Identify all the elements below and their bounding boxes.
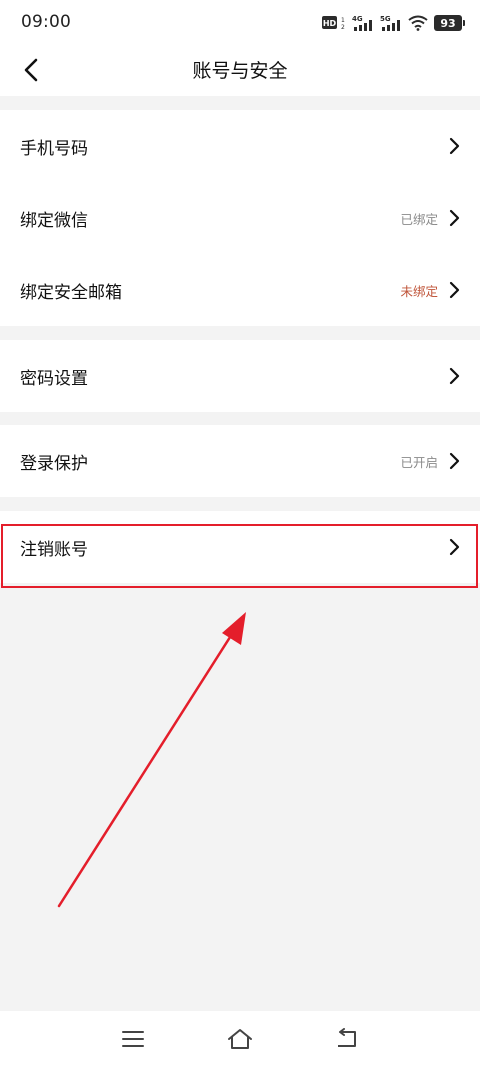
back-return-icon [338, 1028, 356, 1047]
nav-menu-button[interactable] [115, 1023, 151, 1055]
row-bind-wechat[interactable]: 绑定微信 已绑定 [0, 182, 480, 254]
svg-text:HD: HD [323, 19, 337, 28]
wifi-icon [408, 15, 428, 31]
menu-icon [122, 1031, 144, 1047]
hd-icon: HD 1 2 [322, 16, 345, 31]
row-right [448, 538, 460, 556]
row-label: 绑定安全邮箱 [20, 282, 122, 303]
page-title: 账号与安全 [192, 60, 288, 82]
row-label: 登录保护 [20, 453, 88, 474]
row-password-settings[interactable]: 密码设置 [0, 340, 480, 412]
row-right [448, 137, 460, 155]
chevron-right-icon [449, 209, 460, 227]
status-value: 已绑定 [400, 211, 438, 227]
chevron-right-icon [449, 538, 460, 556]
chevron-right-icon [449, 137, 460, 155]
status-value: 已开启 [400, 454, 438, 470]
svg-text:4G: 4G [352, 15, 363, 23]
row-label: 密码设置 [20, 368, 88, 389]
title-bar: 账号与安全 [0, 44, 480, 96]
battery-icon: 93 [434, 15, 465, 31]
nav-home-button[interactable] [222, 1023, 258, 1055]
row-bind-email[interactable]: 绑定安全邮箱 未绑定 [0, 254, 480, 326]
chevron-right-icon [449, 452, 460, 470]
row-login-protection[interactable]: 登录保护 已开启 [0, 425, 480, 497]
row-deactivate-account[interactable]: 注销账号 [0, 511, 480, 583]
row-right: 未绑定 [400, 281, 460, 300]
home-icon [228, 1029, 252, 1049]
status-time: 09:00 [21, 12, 71, 32]
battery-level: 93 [440, 16, 456, 30]
signal-4g-icon: 4G [352, 15, 372, 31]
group-login-protect: 登录保护 已开启 [0, 425, 480, 497]
row-label: 绑定微信 [20, 210, 88, 231]
group-bindings: 手机号码 绑定微信 已绑定 绑定安全邮箱 未绑定 [0, 110, 480, 326]
row-right [448, 367, 460, 385]
row-right: 已绑定 [400, 209, 460, 228]
svg-text:2: 2 [341, 24, 345, 31]
chevron-right-icon [449, 281, 460, 299]
row-label: 手机号码 [20, 138, 88, 159]
group-password: 密码设置 [0, 340, 480, 412]
status-icons: HD 1 2 4G 5G 93 [322, 12, 465, 34]
row-right: 已开启 [400, 452, 460, 471]
status-bar: 09:00 HD 1 2 4G 5G 93 [0, 0, 480, 44]
nav-back-button[interactable] [329, 1023, 365, 1055]
nav-bar [0, 1011, 480, 1067]
chevron-right-icon [449, 367, 460, 385]
group-deactivate: 注销账号 [0, 511, 480, 583]
status-value: 未绑定 [400, 283, 438, 299]
svg-text:5G: 5G [380, 15, 391, 23]
svg-text:1: 1 [341, 17, 345, 24]
signal-5g-icon: 5G [380, 15, 400, 31]
row-phone-number[interactable]: 手机号码 [0, 110, 480, 182]
row-label: 注销账号 [20, 539, 88, 560]
